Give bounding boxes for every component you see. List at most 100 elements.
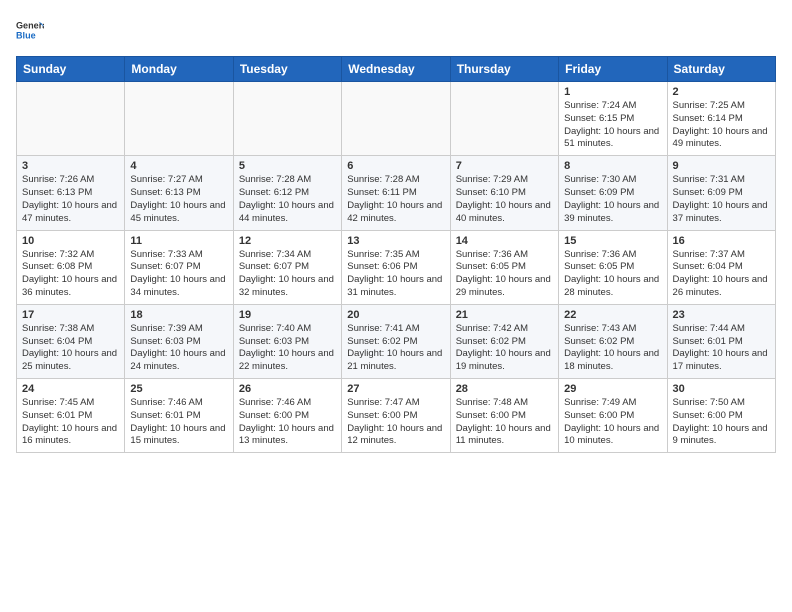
calendar-cell [17, 82, 125, 156]
day-number: 23 [673, 309, 770, 321]
day-info: Sunrise: 7:45 AMSunset: 6:01 PMDaylight:… [22, 397, 119, 448]
calendar-cell: 13Sunrise: 7:35 AMSunset: 6:06 PMDayligh… [342, 230, 450, 304]
page: General Blue SundayMondayTuesdayWednesda… [0, 0, 792, 463]
day-number: 12 [239, 235, 336, 247]
day-number: 15 [564, 235, 661, 247]
day-info: Sunrise: 7:49 AMSunset: 6:00 PMDaylight:… [564, 397, 661, 448]
day-info: Sunrise: 7:46 AMSunset: 6:00 PMDaylight:… [239, 397, 336, 448]
day-number: 16 [673, 235, 770, 247]
calendar-cell: 11 Sunrise: 7:33 AMSunset: 6:07 PMDayligh… [125, 230, 233, 304]
calendar-cell [342, 82, 450, 156]
day-info: Sunrise: 7:43 AMSunset: 6:02 PMDaylight:… [564, 323, 661, 374]
day-info: Sunrise: 7:24 AMSunset: 6:15 PMDaylight:… [564, 100, 661, 151]
day-info: Sunrise: 7:37 AMSunset: 6:04 PMDaylight:… [673, 249, 770, 300]
day-info: Sunrise: 7:47 AMSunset: 6:00 PMDaylight:… [347, 397, 444, 448]
calendar-cell: 3 Sunrise: 7:26 AMSunset: 6:13 PMDaylight… [17, 156, 125, 230]
svg-text:General: General [16, 21, 44, 31]
logo-icon: General Blue [16, 16, 44, 44]
calendar-week-2: 3 Sunrise: 7:26 AMSunset: 6:13 PMDaylight… [17, 156, 776, 230]
calendar-week-1: 1Sunrise: 7:24 AMSunset: 6:15 PMDaylight… [17, 82, 776, 156]
day-number: 2 [673, 86, 770, 98]
day-number: 30 [673, 383, 770, 395]
calendar-week-3: 10 Sunrise: 7:32 AMSunset: 6:08 PMDayligh… [17, 230, 776, 304]
day-number: 19 [239, 309, 336, 321]
calendar-cell [125, 82, 233, 156]
calendar: SundayMondayTuesdayWednesdayThursdayFrid… [16, 56, 776, 453]
day-info: Sunrise: 7:25 AMSunset: 6:14 PMDaylight:… [673, 100, 770, 151]
day-info: Sunrise: 7:34 AMSunset: 6:07 PMDaylight:… [239, 249, 336, 300]
day-info: Sunrise: 7:46 AMSunset: 6:01 PMDaylight:… [130, 397, 227, 448]
calendar-cell: 4Sunrise: 7:27 AMSunset: 6:13 PMDaylight… [125, 156, 233, 230]
day-info: Sunrise: 7:26 AMSunset: 6:13 PMDaylight:… [22, 174, 119, 225]
weekday-header-tuesday: Tuesday [233, 57, 341, 82]
calendar-cell: 2 Sunrise: 7:25 AMSunset: 6:14 PMDaylight… [667, 82, 775, 156]
calendar-cell: 19 Sunrise: 7:40 AMSunset: 6:03 PMDayligh… [233, 304, 341, 378]
calendar-cell: 15 Sunrise: 7:36 AMSunset: 6:05 PMDayligh… [559, 230, 667, 304]
day-number: 4 [130, 160, 227, 172]
calendar-cell: 27 Sunrise: 7:47 AMSunset: 6:00 PMDayligh… [342, 379, 450, 453]
day-info: Sunrise: 7:44 AMSunset: 6:01 PMDaylight:… [673, 323, 770, 374]
calendar-header-row: SundayMondayTuesdayWednesdayThursdayFrid… [17, 57, 776, 82]
day-number: 28 [456, 383, 553, 395]
calendar-week-4: 17 Sunrise: 7:38 AMSunset: 6:04 PMDayligh… [17, 304, 776, 378]
calendar-cell: 28 Sunrise: 7:48 AMSunset: 6:00 PMDayligh… [450, 379, 558, 453]
day-number: 9 [673, 160, 770, 172]
day-number: 27 [347, 383, 444, 395]
day-info: Sunrise: 7:30 AMSunset: 6:09 PMDaylight:… [564, 174, 661, 225]
weekday-header-friday: Friday [559, 57, 667, 82]
day-info: Sunrise: 7:28 AMSunset: 6:11 PMDaylight:… [347, 174, 444, 225]
calendar-cell: 25 Sunrise: 7:46 AMSunset: 6:01 PMDayligh… [125, 379, 233, 453]
calendar-cell: 7Sunrise: 7:29 AMSunset: 6:10 PMDaylight… [450, 156, 558, 230]
day-number: 20 [347, 309, 444, 321]
day-number: 18 [130, 309, 227, 321]
day-number: 21 [456, 309, 553, 321]
day-number: 8 [564, 160, 661, 172]
day-info: Sunrise: 7:35 AMSunset: 6:06 PMDaylight:… [347, 249, 444, 300]
calendar-cell: 22 Sunrise: 7:43 AMSunset: 6:02 PMDayligh… [559, 304, 667, 378]
calendar-cell: 9 Sunrise: 7:31 AMSunset: 6:09 PMDaylight… [667, 156, 775, 230]
weekday-header-sunday: Sunday [17, 57, 125, 82]
day-info: Sunrise: 7:32 AMSunset: 6:08 PMDaylight:… [22, 249, 119, 300]
calendar-cell: 5Sunrise: 7:28 AMSunset: 6:12 PMDaylight… [233, 156, 341, 230]
day-number: 29 [564, 383, 661, 395]
calendar-cell: 12 Sunrise: 7:34 AMSunset: 6:07 PMDayligh… [233, 230, 341, 304]
day-number: 24 [22, 383, 119, 395]
weekday-header-saturday: Saturday [667, 57, 775, 82]
day-number: 25 [130, 383, 227, 395]
logo: General Blue [16, 16, 44, 44]
day-info: Sunrise: 7:38 AMSunset: 6:04 PMDaylight:… [22, 323, 119, 374]
calendar-cell: 29 Sunrise: 7:49 AMSunset: 6:00 PMDayligh… [559, 379, 667, 453]
day-info: Sunrise: 7:48 AMSunset: 6:00 PMDaylight:… [456, 397, 553, 448]
day-info: Sunrise: 7:36 AMSunset: 6:05 PMDaylight:… [564, 249, 661, 300]
day-info: Sunrise: 7:36 AMSunset: 6:05 PMDaylight:… [456, 249, 553, 300]
day-number: 3 [22, 160, 119, 172]
day-info: Sunrise: 7:39 AMSunset: 6:03 PMDaylight:… [130, 323, 227, 374]
calendar-cell: 10 Sunrise: 7:32 AMSunset: 6:08 PMDayligh… [17, 230, 125, 304]
calendar-cell: 23 Sunrise: 7:44 AMSunset: 6:01 PMDayligh… [667, 304, 775, 378]
calendar-cell: 8 Sunrise: 7:30 AMSunset: 6:09 PMDaylight… [559, 156, 667, 230]
day-info: Sunrise: 7:40 AMSunset: 6:03 PMDaylight:… [239, 323, 336, 374]
weekday-header-monday: Monday [125, 57, 233, 82]
day-number: 11 [130, 235, 227, 247]
weekday-header-wednesday: Wednesday [342, 57, 450, 82]
calendar-cell [450, 82, 558, 156]
day-info: Sunrise: 7:42 AMSunset: 6:02 PMDaylight:… [456, 323, 553, 374]
day-number: 7 [456, 160, 553, 172]
calendar-week-5: 24 Sunrise: 7:45 AMSunset: 6:01 PMDayligh… [17, 379, 776, 453]
calendar-cell: 26 Sunrise: 7:46 AMSunset: 6:00 PMDayligh… [233, 379, 341, 453]
calendar-cell: 17 Sunrise: 7:38 AMSunset: 6:04 PMDayligh… [17, 304, 125, 378]
day-info: Sunrise: 7:33 AMSunset: 6:07 PMDaylight:… [130, 249, 227, 300]
day-number: 17 [22, 309, 119, 321]
day-number: 22 [564, 309, 661, 321]
day-info: Sunrise: 7:50 AMSunset: 6:00 PMDaylight:… [673, 397, 770, 448]
day-info: Sunrise: 7:31 AMSunset: 6:09 PMDaylight:… [673, 174, 770, 225]
day-number: 5 [239, 160, 336, 172]
day-info: Sunrise: 7:41 AMSunset: 6:02 PMDaylight:… [347, 323, 444, 374]
day-number: 26 [239, 383, 336, 395]
calendar-cell: 21 Sunrise: 7:42 AMSunset: 6:02 PMDayligh… [450, 304, 558, 378]
day-number: 10 [22, 235, 119, 247]
calendar-cell: 20 Sunrise: 7:41 AMSunset: 6:02 PMDayligh… [342, 304, 450, 378]
calendar-cell: 30 Sunrise: 7:50 AMSunset: 6:00 PMDayligh… [667, 379, 775, 453]
calendar-cell [233, 82, 341, 156]
weekday-header-thursday: Thursday [450, 57, 558, 82]
